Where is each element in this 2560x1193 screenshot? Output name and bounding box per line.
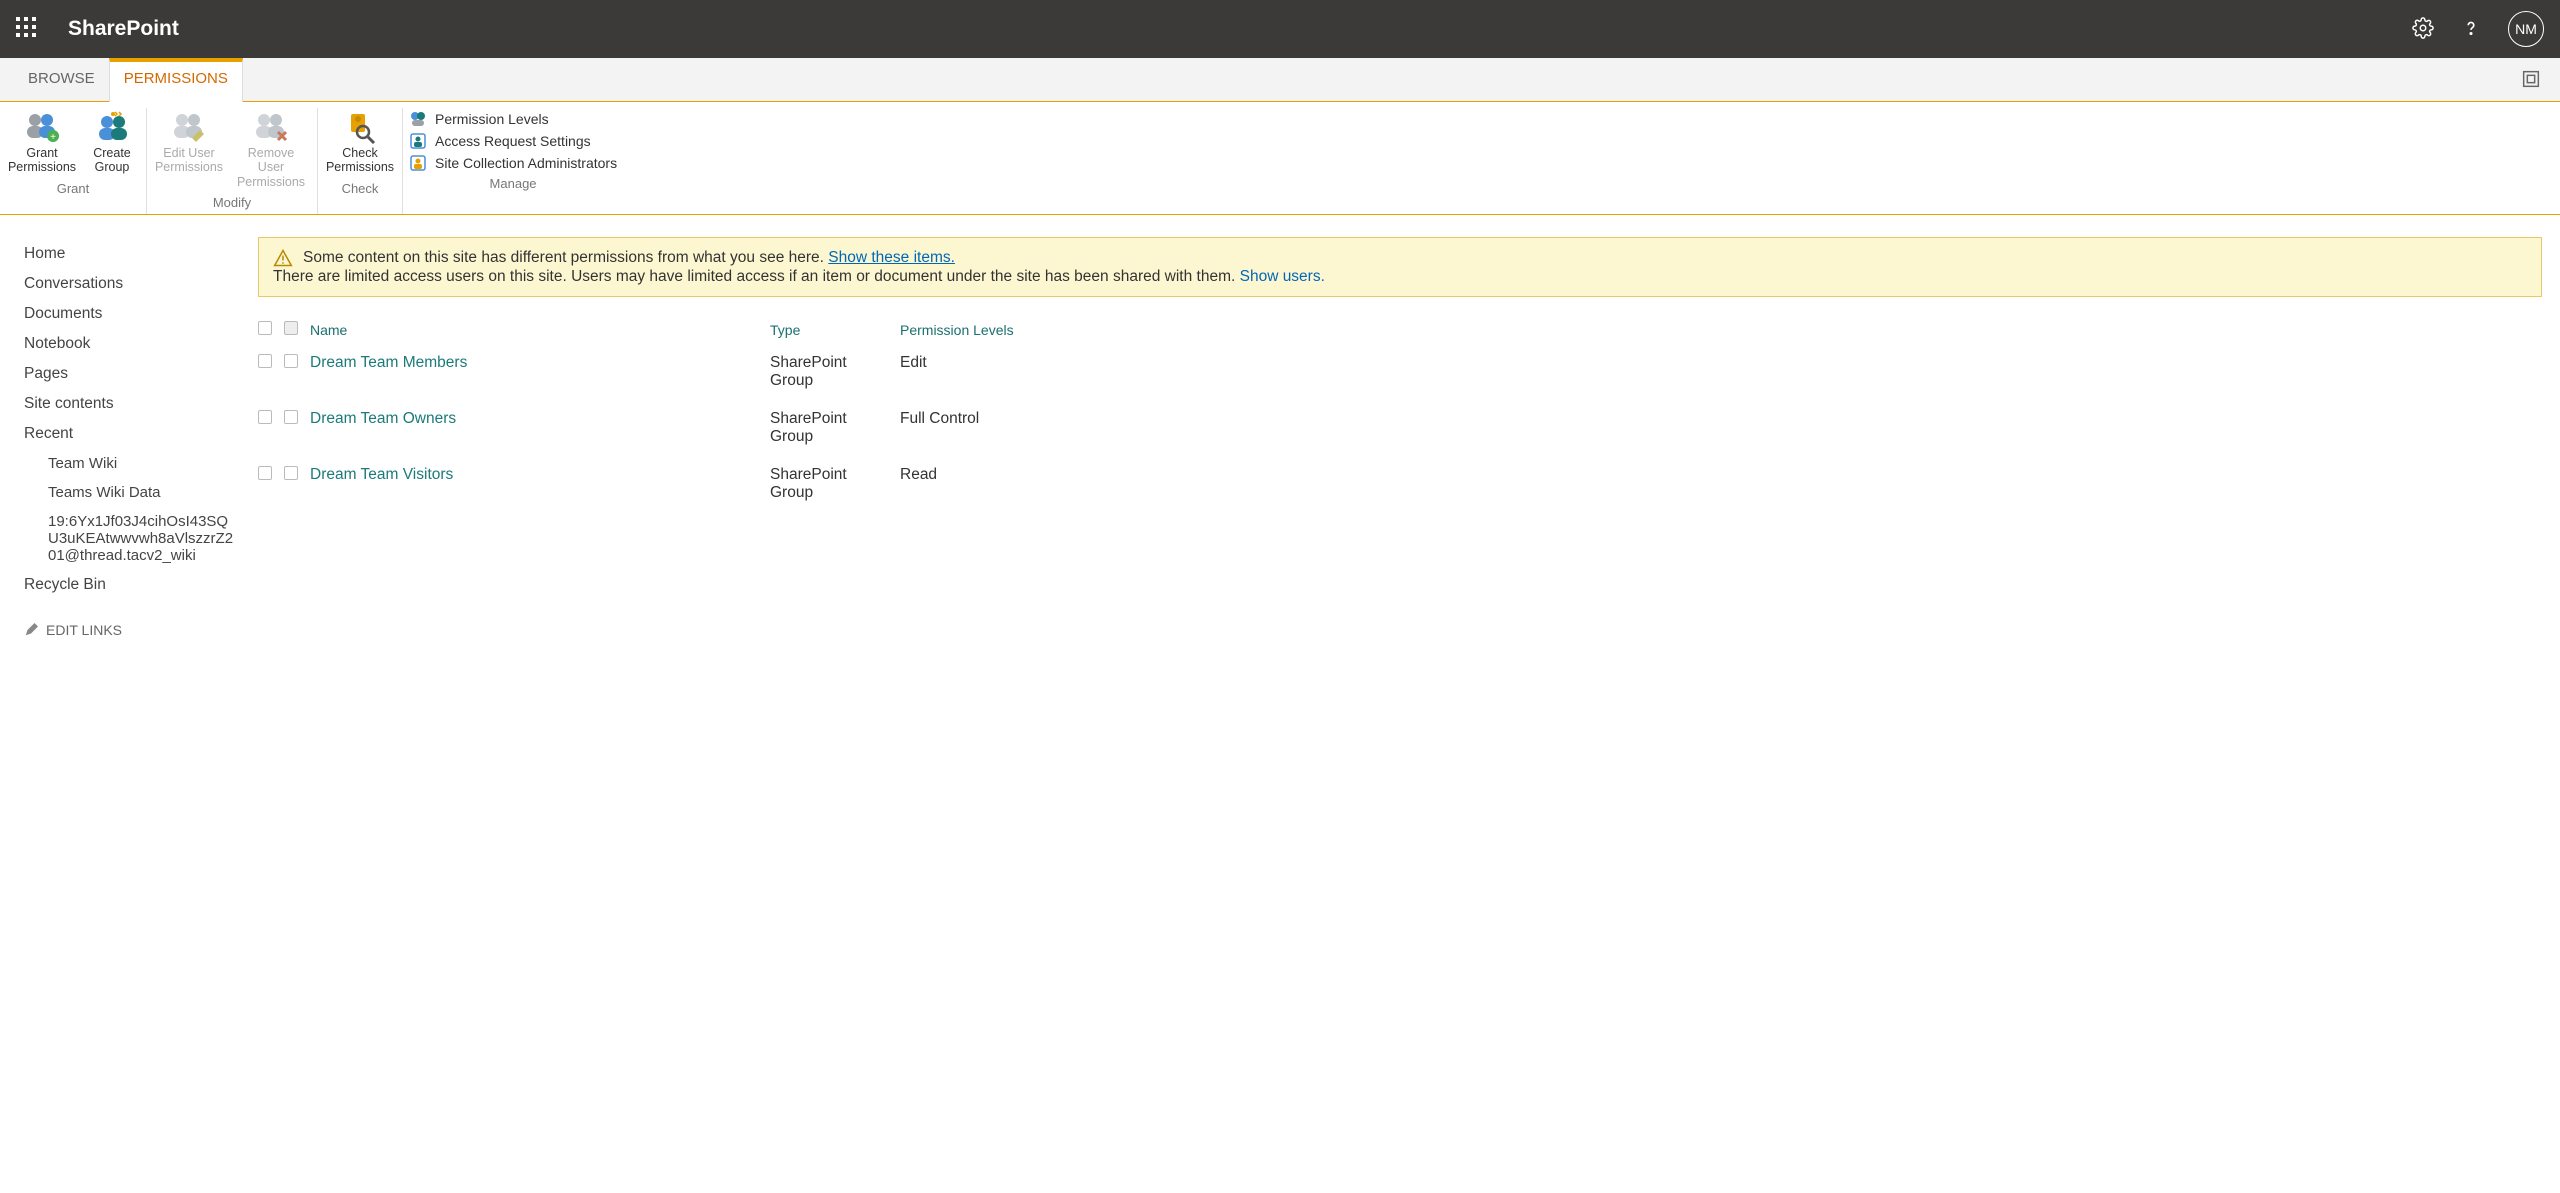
row-checkbox[interactable] bbox=[284, 410, 298, 424]
pencil-icon bbox=[24, 623, 38, 637]
col-name-header[interactable]: Name bbox=[310, 315, 770, 348]
main-content: Some content on this site has different … bbox=[250, 215, 2560, 662]
permissions-table: Name Type Permission Levels Dream Team M… bbox=[258, 315, 2542, 516]
nav-recent-item[interactable]: Team Wiki bbox=[24, 449, 238, 478]
permission-levels-link[interactable]: Permission Levels bbox=[409, 110, 617, 128]
row-checkbox[interactable] bbox=[284, 354, 298, 368]
avatar-initials: NM bbox=[2515, 21, 2537, 37]
ribbon-group-modify: Edit User Permissions Remove User Permis… bbox=[147, 108, 318, 214]
nav-pages[interactable]: Pages bbox=[24, 359, 238, 389]
site-collection-admins-link[interactable]: Site Collection Administrators bbox=[409, 154, 617, 172]
group-link[interactable]: Dream Team Owners bbox=[310, 404, 770, 460]
nav-conversations[interactable]: Conversations bbox=[24, 269, 238, 299]
group-levels: Full Control bbox=[900, 404, 2542, 460]
nav-recycle-bin[interactable]: Recycle Bin bbox=[24, 570, 238, 600]
table-row: Dream Team Owners SharePoint Group Full … bbox=[258, 404, 2542, 460]
warning-icon bbox=[273, 248, 293, 268]
row-checkbox[interactable] bbox=[258, 466, 272, 480]
nav-site-contents[interactable]: Site contents bbox=[24, 389, 238, 419]
edit-user-permissions-button: Edit User Permissions bbox=[153, 108, 225, 191]
ribbon: + Grant Permissions Create Group Grant bbox=[0, 102, 2560, 215]
check-permissions-button[interactable]: Check Permissions bbox=[324, 108, 396, 177]
group-type: SharePoint Group bbox=[770, 404, 900, 460]
table-row: Dream Team Members SharePoint Group Edit bbox=[258, 348, 2542, 404]
ribbon-tabs: BROWSE PERMISSIONS bbox=[0, 58, 2560, 102]
svg-text:+: + bbox=[50, 132, 56, 143]
focus-content-icon[interactable] bbox=[2502, 58, 2560, 101]
tab-browse[interactable]: BROWSE bbox=[14, 58, 109, 101]
create-group-button[interactable]: Create Group bbox=[84, 108, 140, 177]
group-levels: Edit bbox=[900, 348, 2542, 404]
show-these-items-link[interactable]: Show these items. bbox=[828, 249, 955, 266]
row-checkbox[interactable] bbox=[258, 410, 272, 424]
group-type: SharePoint Group bbox=[770, 348, 900, 404]
app-launcher-icon[interactable] bbox=[16, 17, 40, 41]
help-icon[interactable] bbox=[2460, 17, 2482, 42]
header-checkbox[interactable] bbox=[284, 321, 298, 335]
remove-user-permissions-button: Remove User Permissions bbox=[231, 108, 311, 191]
nav-recent[interactable]: Recent bbox=[24, 419, 238, 449]
access-request-settings-link[interactable]: Access Request Settings bbox=[409, 132, 617, 150]
notice-line1: Some content on this site has different … bbox=[303, 249, 955, 267]
ribbon-group-label-check: Check bbox=[324, 181, 396, 196]
row-checkbox[interactable] bbox=[284, 466, 298, 480]
app-title[interactable]: SharePoint bbox=[68, 17, 179, 41]
edit-links-button[interactable]: EDIT LINKS bbox=[24, 622, 238, 638]
permissions-notice: Some content on this site has different … bbox=[258, 237, 2542, 297]
nav-home[interactable]: Home bbox=[24, 239, 238, 269]
settings-icon[interactable] bbox=[2412, 17, 2434, 42]
nav-recent-item[interactable]: 19:6Yx1Jf03J4cihOsI43SQU3uKEAtwwvwh8aVls… bbox=[24, 507, 238, 570]
ribbon-group-check: Check Permissions Check bbox=[318, 108, 403, 214]
nav-recent-item[interactable]: Teams Wiki Data bbox=[24, 478, 238, 507]
ribbon-group-manage: Permission Levels Access Request Setting… bbox=[403, 108, 623, 214]
table-row: Dream Team Visitors SharePoint Group Rea… bbox=[258, 460, 2542, 516]
nav-documents[interactable]: Documents bbox=[24, 299, 238, 329]
tab-permissions[interactable]: PERMISSIONS bbox=[109, 58, 243, 102]
col-levels-header[interactable]: Permission Levels bbox=[900, 315, 2542, 348]
user-avatar[interactable]: NM bbox=[2508, 11, 2544, 47]
ribbon-group-label-manage: Manage bbox=[409, 176, 617, 191]
ribbon-group-label-modify: Modify bbox=[153, 195, 311, 210]
select-all-checkbox[interactable] bbox=[258, 321, 272, 335]
left-nav: Home Conversations Documents Notebook Pa… bbox=[0, 215, 250, 662]
col-type-header[interactable]: Type bbox=[770, 315, 900, 348]
group-type: SharePoint Group bbox=[770, 460, 900, 516]
nav-notebook[interactable]: Notebook bbox=[24, 329, 238, 359]
grant-permissions-button[interactable]: + Grant Permissions bbox=[6, 108, 78, 177]
notice-line2: There are limited access users on this s… bbox=[273, 268, 2527, 286]
suite-bar: SharePoint NM bbox=[0, 0, 2560, 58]
row-checkbox[interactable] bbox=[258, 354, 272, 368]
ribbon-group-grant: + Grant Permissions Create Group Grant bbox=[0, 108, 147, 214]
group-link[interactable]: Dream Team Visitors bbox=[310, 460, 770, 516]
group-link[interactable]: Dream Team Members bbox=[310, 348, 770, 404]
ribbon-group-label-grant: Grant bbox=[6, 181, 140, 196]
group-levels: Read bbox=[900, 460, 2542, 516]
show-users-link[interactable]: Show users. bbox=[1240, 268, 1325, 285]
